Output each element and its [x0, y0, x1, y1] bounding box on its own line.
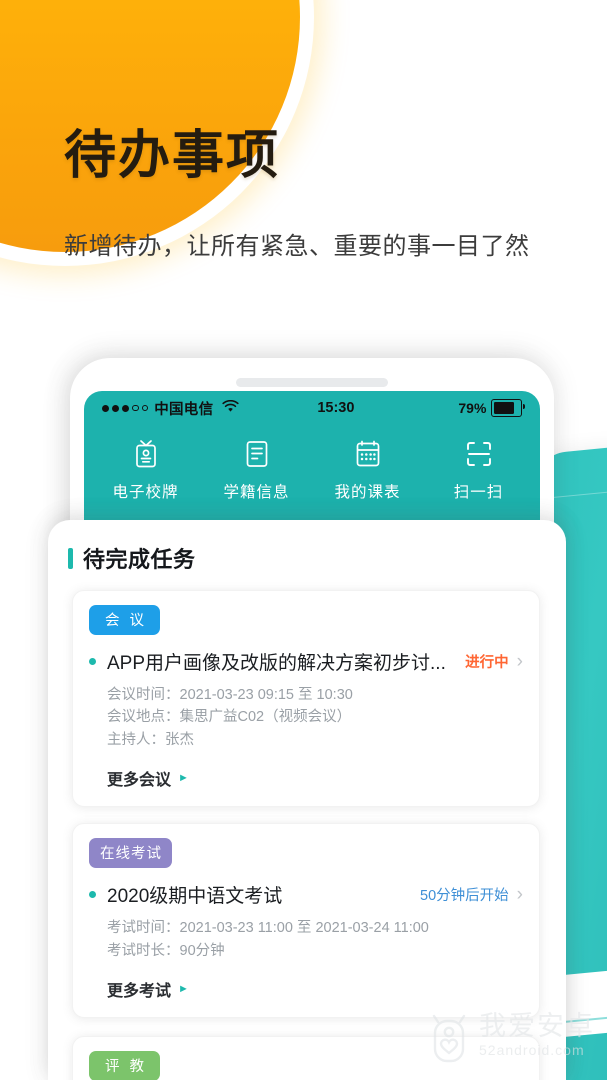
watermark-en: 52android.com [479, 1042, 585, 1059]
triangle-right-icon: ► [178, 983, 189, 996]
status-badge: 在线考试 [89, 838, 172, 869]
task-status: 50分钟后开始 [420, 888, 509, 905]
chevron-right-icon[interactable]: › [517, 885, 523, 904]
more-link-label: 更多会议 [107, 772, 172, 790]
task-meta: 考试时间：2021-03-23 11:00 至 2021-03-24 11:00… [107, 917, 523, 962]
quick-nav: 电子校牌 学籍信息 我的课表 扫一扫 [84, 425, 540, 520]
page-subtitle: 新增待办，让所有紧急、重要的事一目了然 [64, 233, 530, 260]
bullet-dot [89, 891, 96, 899]
page-root: 待办事项 新增待办，让所有紧急、重要的事一目了然 中国电信 15:30 79% … [0, 0, 607, 1080]
more-link[interactable]: 更多考试 ► [107, 977, 523, 1001]
wifi-icon [222, 399, 239, 417]
status-badge: 评 教 [89, 1051, 161, 1080]
status-bar-left: 中国电信 [102, 398, 239, 419]
scan-frame-icon [462, 437, 496, 471]
status-bar-time: 15:30 [317, 400, 355, 416]
status-badge: 会 议 [89, 605, 161, 635]
task-meta: 会议时间：2021-03-23 09:15 至 10:30 会议地点：集思广益C… [107, 684, 523, 751]
task-row[interactable]: 2020级期中语文考试 50分钟后开始 › [89, 881, 523, 908]
watermark: 我爱安卓 52android.com [427, 1012, 595, 1073]
task-card[interactable]: 在线考试 2020级期中语文考试 50分钟后开始 › 考试时间：2021-03-… [72, 823, 540, 1019]
task-meta-line: 考试时间：2021-03-23 11:00 至 2021-03-24 11:00 [107, 920, 429, 937]
android-robot-icon [427, 1012, 471, 1073]
status-bar: 中国电信 15:30 79% [84, 391, 540, 425]
watermark-cn: 我爱安卓 [479, 1011, 595, 1041]
status-bar-right: 79% [458, 399, 525, 417]
quick-nav-item-schedule[interactable]: 我的课表 [312, 437, 423, 502]
more-link[interactable]: 更多会议 ► [107, 766, 523, 790]
task-meta-line: 主持人：张杰 [107, 731, 194, 748]
accent-bar [68, 547, 73, 569]
calendar-icon [351, 437, 385, 471]
phone-speaker [236, 378, 388, 387]
quick-nav-label: 学籍信息 [223, 484, 290, 501]
task-meta-line: 考试时长：90分钟 [107, 942, 225, 959]
quick-nav-label: 电子校牌 [112, 484, 179, 501]
watermark-text: 我爱安卓 52android.com [479, 1011, 595, 1059]
quick-nav-item-student-info[interactable]: 学籍信息 [201, 437, 312, 502]
triangle-right-icon: ► [178, 772, 189, 785]
orange-blob-decoration [0, 0, 300, 252]
page-title: 待办事项 [64, 127, 281, 185]
signal-strength-icon [102, 404, 149, 412]
task-status: 进行中 [465, 655, 509, 671]
document-lines-icon [240, 437, 274, 471]
battery-icon [491, 399, 525, 417]
task-card[interactable]: 会 议 APP用户画像及改版的解决方案初步讨... 进行中 › 会议时间：202… [72, 590, 540, 808]
task-meta-line: 会议时间：2021-03-23 09:15 至 10:30 [107, 687, 353, 703]
quick-nav-item-id-card[interactable]: 电子校牌 [90, 437, 201, 502]
task-row[interactable]: APP用户画像及改版的解决方案初步讨... 进行中 › [89, 648, 523, 675]
id-card-icon [129, 437, 163, 471]
quick-nav-label: 我的课表 [334, 484, 401, 501]
quick-nav-item-scan[interactable]: 扫一扫 [423, 437, 534, 502]
battery-percent-label: 79% [458, 400, 487, 416]
quick-nav-label: 扫一扫 [453, 484, 504, 501]
task-meta-line: 会议地点：集思广益C02（视频会议） [107, 709, 352, 726]
content-panel: 待完成任务 会 议 APP用户画像及改版的解决方案初步讨... 进行中 › 会议… [48, 520, 566, 1080]
chevron-right-icon[interactable]: › [517, 652, 523, 671]
carrier-label: 中国电信 [154, 401, 214, 418]
panel-title: 待完成任务 [83, 547, 196, 572]
bullet-dot [89, 658, 96, 665]
more-link-label: 更多考试 [107, 983, 172, 1001]
panel-header: 待完成任务 [48, 520, 566, 574]
task-title: APP用户画像及改版的解决方案初步讨... [107, 653, 446, 674]
task-title: 2020级期中语文考试 [107, 886, 283, 908]
